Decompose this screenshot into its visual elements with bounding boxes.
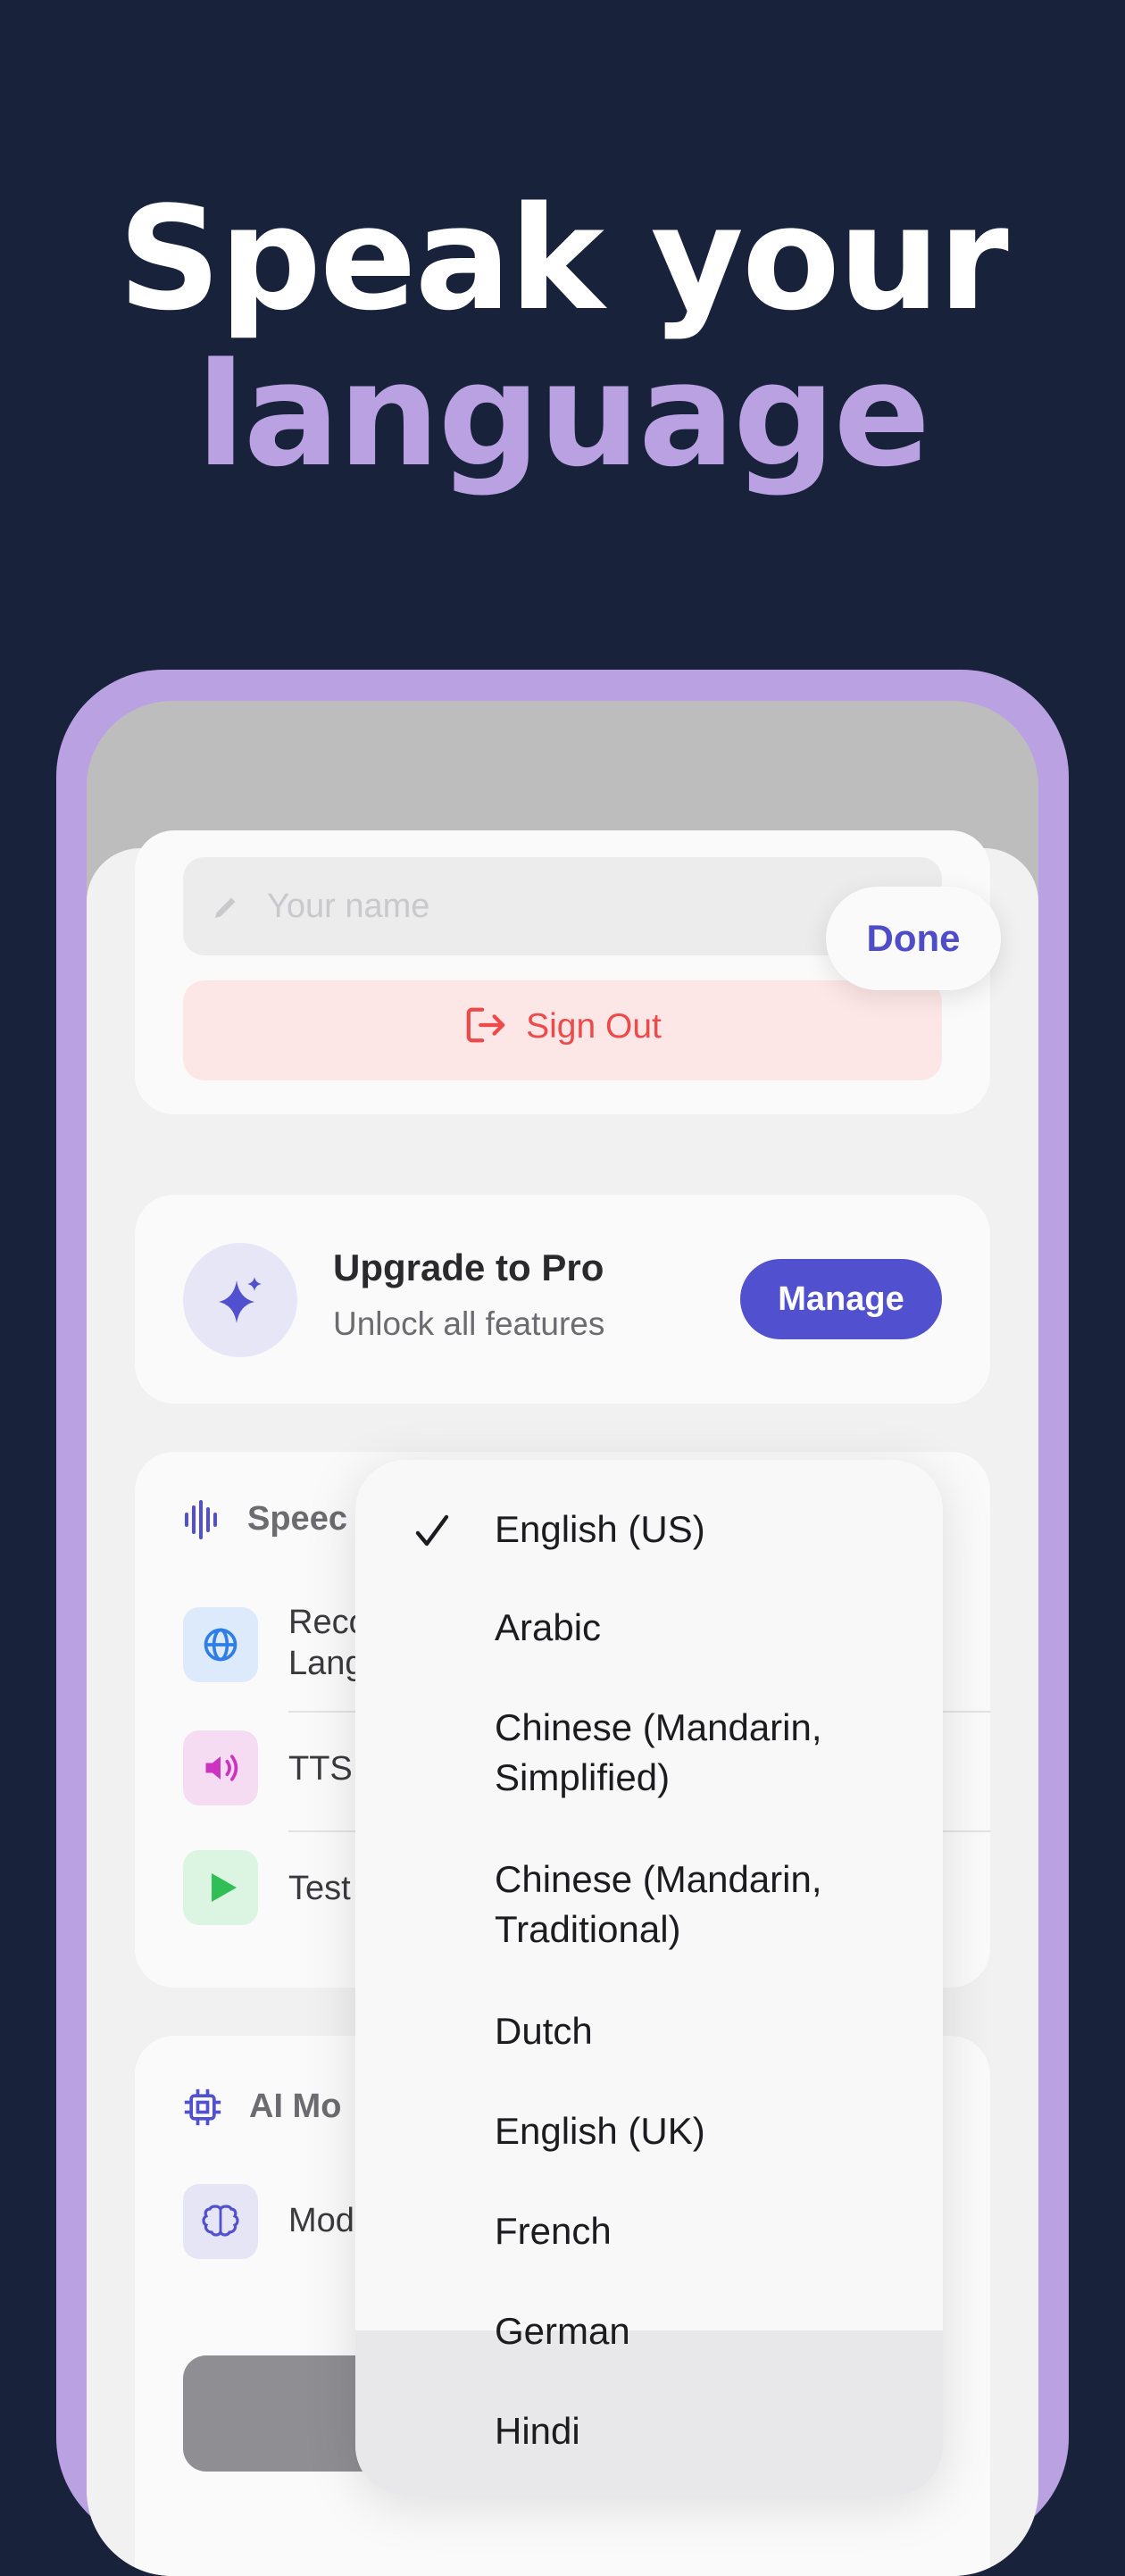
brain-icon bbox=[183, 2184, 258, 2259]
pencil-icon bbox=[215, 897, 236, 918]
language-option[interactable]: French bbox=[495, 2206, 612, 2256]
language-option[interactable]: Chinese (Mandarin, Simplified) bbox=[495, 1703, 822, 1803]
language-option[interactable]: English (UK) bbox=[495, 2106, 705, 2156]
menu-backdrop bbox=[355, 2330, 943, 2496]
sign-out-label: Sign Out bbox=[526, 1007, 662, 1046]
upgrade-title: Upgrade to Pro bbox=[333, 1246, 604, 1288]
play-icon bbox=[183, 1850, 258, 1925]
language-option[interactable]: Dutch bbox=[495, 2006, 593, 2056]
chip-icon bbox=[184, 2088, 221, 2126]
waveform-icon bbox=[185, 1500, 217, 1539]
language-option[interactable]: Arabic bbox=[495, 1603, 601, 1653]
ai-section-title: AI Mo bbox=[249, 2088, 342, 2125]
sparkles-icon bbox=[183, 1243, 297, 1357]
manage-button[interactable]: Manage bbox=[740, 1259, 942, 1339]
headline-line-1: Speak your bbox=[118, 175, 1008, 342]
language-option[interactable]: English (US) bbox=[495, 1505, 705, 1555]
upgrade-subtitle: Unlock all features bbox=[333, 1305, 605, 1342]
headline-line-2: language bbox=[196, 331, 930, 498]
test-label[interactable]: Test bbox=[288, 1868, 351, 1909]
speech-section-title: Speec bbox=[247, 1500, 347, 1538]
name-placeholder: Your name bbox=[267, 888, 430, 925]
sign-out-icon bbox=[466, 1007, 505, 1043]
done-button[interactable]: Done bbox=[826, 887, 1001, 990]
language-dropdown-menu: English (US) Arabic Chinese (Mandarin, S… bbox=[355, 1460, 943, 2496]
tts-label[interactable]: TTS bbox=[288, 1748, 353, 1789]
model-label[interactable]: Mod bbox=[288, 2200, 354, 2241]
language-option[interactable]: Chinese (Mandarin, Traditional) bbox=[495, 1855, 822, 1955]
upgrade-card: Upgrade to Pro Unlock all features Manag… bbox=[135, 1195, 990, 1404]
checkmark-icon bbox=[415, 1514, 449, 1546]
globe-icon bbox=[183, 1607, 258, 1682]
language-option[interactable]: German bbox=[495, 2306, 630, 2356]
sign-out-button[interactable]: Sign Out bbox=[183, 980, 942, 1080]
language-option[interactable]: Hindi bbox=[495, 2406, 580, 2456]
speaker-icon bbox=[183, 1730, 258, 1805]
